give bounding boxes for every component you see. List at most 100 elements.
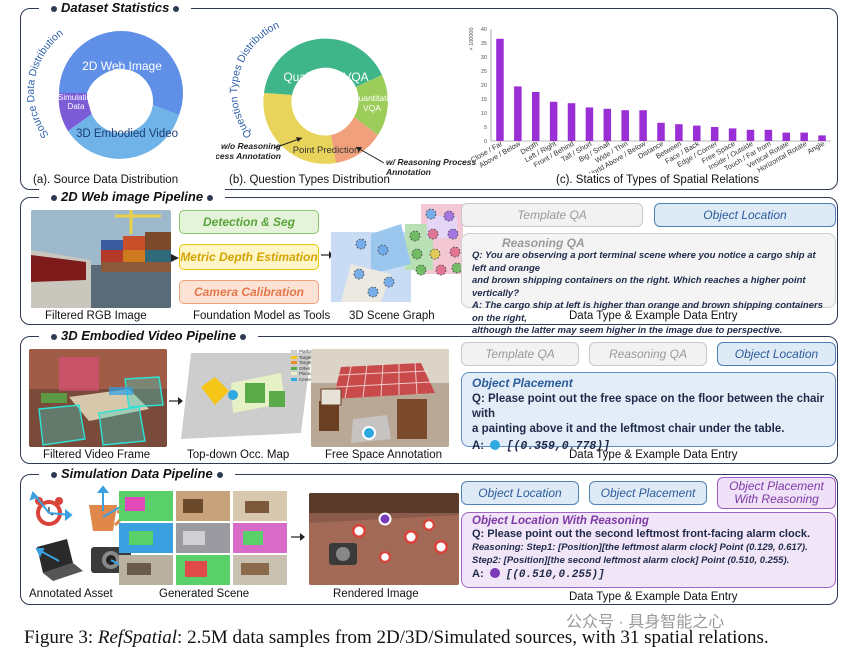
entry-heading: Object Placement (472, 376, 573, 390)
bar (531, 92, 540, 141)
asset-caption: Annotated Asset (29, 588, 113, 600)
answer-dot-icon (490, 440, 501, 450)
seg-3d-label: 3D Embodied Video (76, 128, 178, 140)
svg-text:Source Data Distribution: Source Data Distribution (25, 27, 66, 140)
tag-template-qa: Template QA (461, 203, 643, 227)
bar (603, 108, 612, 141)
entry-heading: Reasoning QA (502, 236, 585, 250)
bar (675, 124, 683, 141)
entry-question-1: Q: Please point out the free space on th… (472, 393, 825, 420)
figure-caption-prefix: Figure 3: (24, 627, 98, 648)
donut2-caption: (b). Question Types Distribution (229, 174, 390, 186)
entry-question-2: a painting above it and the leftmost cha… (472, 423, 785, 435)
tag-reasoning-qa: Reasoning QA (589, 342, 707, 366)
rgb-image-caption: Filtered RGB Image (45, 310, 147, 322)
bar (657, 122, 665, 141)
scene-caption: Generated Scene (159, 588, 250, 600)
seg-sim-label: Simulation Data (58, 93, 94, 111)
tool-detection-seg: Detection & Seg (179, 210, 319, 234)
dataset-statistics-panel: Dataset Statistics Source Data Distribut… (20, 0, 838, 190)
arrow-2 (291, 533, 305, 541)
entry-question: Q: Please point out the second leftmost … (472, 528, 810, 540)
entry-question-2: and brown shipping containers on the rig… (472, 275, 806, 299)
figure-caption-rest: : 2.5M data samples from 2D/3D/Simulated… (177, 627, 769, 648)
scene-graph-caption: 3D Scene Graph (349, 310, 435, 322)
spatial-relations-bar-chart: 0510152025303540× 100000Close / FarAbove… (469, 27, 831, 173)
location-reasoning-entry: Object Location With Reasoning Q: Please… (461, 512, 836, 588)
generated-scene-grid (119, 491, 287, 585)
donut1-ring-label: Source Data Distribution (25, 27, 66, 140)
tag-object-location: Object Location (461, 481, 579, 505)
panel-title: Simulation Data Pipeline (39, 466, 235, 482)
answer-value: [(0.510,0.255)] (505, 569, 605, 581)
entry-reasoning-2: Step2: [Position][the second leftmost al… (472, 555, 790, 566)
y-tick-label: 0 (484, 139, 487, 145)
entry-reasoning-1: Reasoning: Step1: [Position][the leftmos… (472, 542, 808, 553)
y-tick-label: 35 (481, 41, 487, 47)
figure-caption: Figure 3: RefSpatial: 2.5M data samples … (24, 627, 769, 649)
panel-title: 3D Embodied Video Pipeline (39, 328, 259, 344)
tools-caption: Foundation Model as Tools (193, 310, 331, 322)
embodied-video-pipeline-panel: 3D Embodied Video Pipeline Filtered Vide… (20, 328, 838, 464)
bar (514, 86, 522, 141)
seg-point-label: Point Prediction (293, 145, 360, 156)
y-axis-label: × 100000 (469, 27, 475, 50)
tag-placement-reasoning: Object Placement With Reasoning (717, 477, 836, 509)
reasoning-qa-entry: Reasoning QA Q: You are observing a port… (461, 233, 836, 336)
bar (496, 38, 504, 141)
y-tick-label: 10 (481, 111, 487, 117)
y-tick-label: 30 (481, 55, 487, 61)
laptop-icon (37, 539, 83, 581)
entry-heading: Object Location With Reasoning (472, 515, 649, 527)
rendered-image (309, 493, 459, 585)
tag-object-placement: Object Placement (589, 481, 707, 505)
render-caption: Rendered Image (333, 588, 419, 600)
tag-object-location: Object Location (654, 203, 836, 227)
tool-camera-calibration: Camera Calibration (179, 280, 319, 304)
question-types-donut: Question Types Distribution Qualitative … (216, 19, 476, 177)
figure-caption-name: RefSpatial (97, 627, 178, 648)
answer-label: A: (472, 568, 484, 580)
bar (710, 127, 719, 141)
seg-quant-label: Quantitative VQA (352, 93, 392, 113)
bar (639, 110, 647, 141)
occupancy-caption: Top-down Occ. Map (187, 449, 290, 461)
free-space-caption: Free Space Annotation (325, 449, 442, 461)
source-distribution-donut: Source Data Distribution 2D Web Image 3D… (25, 27, 184, 159)
filtered-video-frame (29, 349, 167, 447)
entry-answer: A: [(0.510,0.255)] (472, 567, 825, 583)
tool-depth-estimation: Metric Depth Estimation (179, 244, 319, 270)
bar (621, 110, 629, 141)
seg-qual-label: Qualitative VQA (283, 70, 368, 84)
bar (549, 101, 558, 141)
data-type-caption: Data Type & Example Data Entry (569, 310, 738, 322)
y-tick-label: 5 (484, 125, 487, 131)
entry-question-1: Q: You are observing a port terminal sce… (472, 250, 816, 274)
object-placement-entry: Object Placement Q: Please point out the… (461, 372, 836, 453)
answer-label: A: (472, 440, 485, 452)
donut1-caption: (a). Source Data Distribution (33, 174, 179, 186)
note-without-reasoning: w/o Reasoning Process Annotation (216, 141, 281, 161)
bar (693, 125, 701, 141)
bar (567, 103, 576, 141)
answer-dot-icon (489, 568, 500, 578)
y-tick-label: 40 (481, 27, 487, 33)
scene-graph-image (331, 204, 463, 302)
free-space-image (311, 349, 449, 447)
seg-web-label: 2D Web Image (82, 59, 162, 73)
filtered-rgb-image (31, 210, 171, 308)
tag-object-location: Object Location (717, 342, 836, 366)
bar (585, 107, 594, 141)
y-tick-label: 15 (481, 97, 487, 103)
data-type-caption: Data Type & Example Data Entry (569, 591, 738, 603)
tag-template-qa: Template QA (461, 342, 579, 366)
bar-chart-caption: (c). Statics of Types of Spatial Relatio… (556, 174, 760, 186)
data-type-caption: Data Type & Example Data Entry (569, 449, 738, 461)
panel-title: 2D Web image Pipeline (39, 189, 226, 205)
video-frame-caption: Filtered Video Frame (43, 449, 151, 461)
x-tick-label: Angle (806, 139, 826, 156)
y-tick-label: 20 (481, 83, 487, 89)
simulation-pipeline-panel: Simulation Data Pipeline Annotated Asset… (20, 466, 838, 605)
y-tick-label: 25 (481, 69, 487, 75)
web-image-pipeline-panel: 2D Web image Pipeline Filtered RGB Image… (20, 189, 838, 336)
